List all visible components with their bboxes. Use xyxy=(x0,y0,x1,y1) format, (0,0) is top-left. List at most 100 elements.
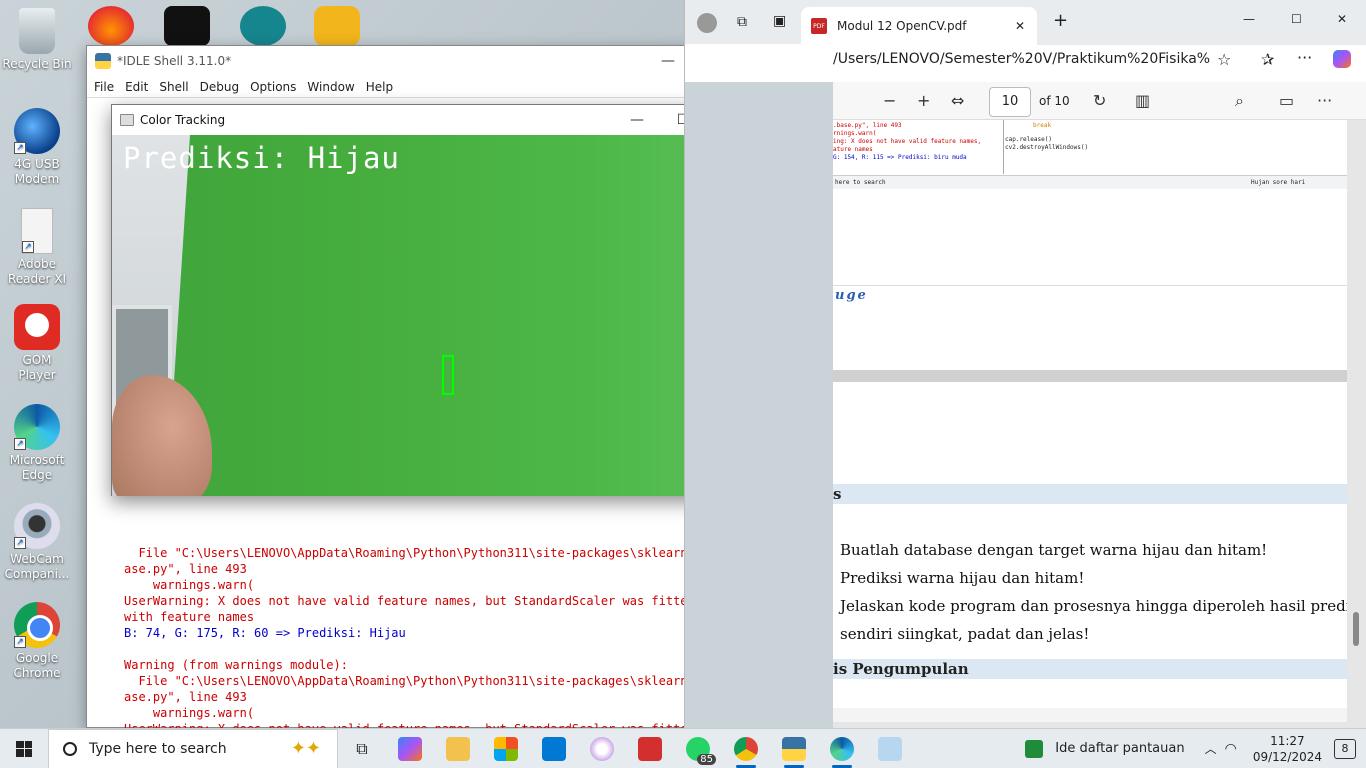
capcut-icon[interactable] xyxy=(164,6,210,46)
whatsapp-button[interactable]: 85 xyxy=(674,729,722,768)
arduino-icon[interactable] xyxy=(240,6,286,46)
favorites-icon[interactable]: ✰ xyxy=(1261,50,1274,69)
search-box[interactable]: Type here to search ✦✦ xyxy=(48,728,338,768)
rotate-icon[interactable]: ↻ xyxy=(1093,91,1106,110)
page-view-icon[interactable]: ▥ xyxy=(1135,91,1150,110)
copilot-icon xyxy=(398,736,422,761)
webcam-icon: ↗ xyxy=(14,503,60,549)
copilot-button[interactable] xyxy=(386,729,434,768)
new-tab-icon[interactable]: + xyxy=(1053,10,1068,31)
store-button[interactable] xyxy=(482,729,530,768)
store-icon xyxy=(494,736,518,761)
embedded-code-line: cv2.destroyAllWindows() xyxy=(1005,144,1089,151)
edge-shortcut[interactable]: ↗ Microsoft Edge xyxy=(2,404,72,483)
shell-line: UserWarning: X does not have valid featu… xyxy=(124,594,695,608)
gom-player-shortcut[interactable]: GOM Player xyxy=(2,304,72,383)
section-header: s xyxy=(833,484,1347,504)
more-icon[interactable]: ··· xyxy=(1297,48,1312,67)
menu-window[interactable]: Window xyxy=(304,80,362,94)
window-icon xyxy=(120,114,134,126)
start-button[interactable] xyxy=(0,729,48,768)
tab-pdf[interactable]: PDF Modul 12 OpenCV.pdf ✕ xyxy=(801,7,1037,45)
search-icon[interactable]: ⌕ xyxy=(1235,91,1244,111)
scroll-thumb[interactable] xyxy=(1353,612,1359,646)
maximize-button[interactable]: ☐ xyxy=(1291,12,1302,26)
chevron-up-icon[interactable]: ︿ xyxy=(1205,740,1217,757)
notification-button[interactable]: 8 xyxy=(1334,738,1356,759)
unread-badge: 85 xyxy=(697,753,716,765)
chrome-button[interactable] xyxy=(722,729,770,768)
embedded-code-line: cap.release() xyxy=(1005,136,1052,143)
embedded-weather: Hujan sore hari xyxy=(1251,179,1306,186)
menu-options[interactable]: Options xyxy=(247,80,304,94)
globe-icon: ↗ xyxy=(14,108,60,154)
clock[interactable]: 11:27 09/12/2024 xyxy=(1253,733,1322,765)
foxit-button[interactable] xyxy=(626,729,674,768)
task-view-button[interactable]: ⧉ xyxy=(338,729,386,768)
pdf-scrollbar[interactable] xyxy=(1350,120,1362,708)
adobe-reader-shortcut[interactable]: ↗ Adobe Reader XI xyxy=(2,208,72,287)
page-separator xyxy=(833,370,1347,382)
webcam-shortcut[interactable]: ↗ WebCam Compani... xyxy=(2,503,72,582)
minimize-button[interactable]: — xyxy=(614,105,660,135)
desktop-icon-label: Adobe Reader XI xyxy=(7,257,67,286)
embedded-console-line: G: 154, R: 115 => Prediksi: biru muda xyxy=(833,154,967,161)
desktop-icon-label: Recycle Bin xyxy=(2,57,72,71)
python-button[interactable] xyxy=(770,729,818,768)
tab-title: Modul 12 OpenCV.pdf xyxy=(837,19,967,33)
pdf-page: .base.py", line 493 rnings.warn( ing: X … xyxy=(833,120,1347,708)
tab-close-icon[interactable]: ✕ xyxy=(1015,19,1025,33)
shell-line: Warning (from warnings module): xyxy=(124,658,348,672)
embedded-console-line: ing: X does not have valid feature names… xyxy=(833,138,982,145)
menu-file[interactable]: File xyxy=(91,80,122,94)
color-tracking-window: Color Tracking — ☐ ✕ Prediksi: Hijau xyxy=(111,104,753,496)
search-icon xyxy=(63,741,77,756)
desktop-icon-label: WebCam Compani... xyxy=(4,552,70,581)
edge-icon xyxy=(830,736,854,761)
workspaces-icon[interactable]: ⧉ xyxy=(737,14,747,30)
menu-shell[interactable]: Shell xyxy=(156,80,196,94)
hidden-area xyxy=(685,82,833,728)
menu-edit[interactable]: Edit xyxy=(122,80,156,94)
profile-icon[interactable] xyxy=(697,13,717,33)
address-bar[interactable]: /Users/LENOVO/Semester%20V/Praktikum%20F… xyxy=(833,44,1211,74)
minimize-button[interactable]: — xyxy=(1243,12,1255,26)
more-icon[interactable]: ··· xyxy=(1317,91,1332,110)
news-widget[interactable]: Ide daftar pantauan xyxy=(1025,739,1185,758)
firefox-icon[interactable] xyxy=(88,6,134,46)
favorite-star-icon[interactable]: ☆ xyxy=(1217,50,1231,69)
idle-titlebar[interactable]: *IDLE Shell 3.11.0* — ☐ ✕ xyxy=(87,46,783,76)
mail-button[interactable] xyxy=(530,729,578,768)
notepad-button[interactable] xyxy=(866,729,914,768)
address-left-area xyxy=(685,44,833,82)
page-number-input[interactable]: 10 xyxy=(989,87,1031,117)
zoom-out-icon[interactable]: − xyxy=(883,91,896,110)
folder-icon xyxy=(446,736,470,761)
tab-actions-icon[interactable]: ▣ xyxy=(773,13,786,29)
edge-button[interactable] xyxy=(818,729,866,768)
file-explorer-button[interactable] xyxy=(434,729,482,768)
horizontal-scrollbar[interactable] xyxy=(833,708,1347,722)
system-tray: Ide daftar pantauan ︿ ◠ 11:27 09/12/2024… xyxy=(1025,729,1366,768)
ct-titlebar[interactable]: Color Tracking — ☐ ✕ xyxy=(112,105,752,135)
save-icon[interactable]: ▭ xyxy=(1279,91,1294,110)
chrome-shortcut[interactable]: ↗ Google Chrome xyxy=(2,602,72,681)
menu-help[interactable]: Help xyxy=(363,80,401,94)
app-shortcut-icon[interactable] xyxy=(314,6,360,46)
usb-modem-shortcut[interactable]: ↗ 4G USB Modem xyxy=(2,108,72,187)
edge-pdf-window: ⧉ ▣ PDF Modul 12 OpenCV.pdf ✕ + — ☐ ✕ /U… xyxy=(684,0,1366,728)
embedded-console-line: ature names xyxy=(833,146,873,153)
news-text: Ide daftar pantauan xyxy=(1055,741,1185,756)
wifi-icon[interactable]: ◠ xyxy=(1225,741,1237,757)
embedded-console-line: .base.py", line 493 xyxy=(833,122,902,129)
section-header-text: is Pengumpulan xyxy=(833,660,969,678)
app-button[interactable] xyxy=(578,729,626,768)
fit-page-icon[interactable]: ⇔ xyxy=(951,91,964,110)
task-view-icon: ⧉ xyxy=(356,738,368,758)
close-button[interactable]: ✕ xyxy=(1337,12,1347,26)
menu-debug[interactable]: Debug xyxy=(197,80,247,94)
copilot-icon[interactable] xyxy=(1333,50,1351,68)
zoom-in-icon[interactable]: + xyxy=(917,91,930,110)
shell-lines: File "C:\Users\LENOVO\AppData\Roaming\Py… xyxy=(124,545,769,728)
recycle-bin-shortcut[interactable]: Recycle Bin xyxy=(2,8,72,72)
